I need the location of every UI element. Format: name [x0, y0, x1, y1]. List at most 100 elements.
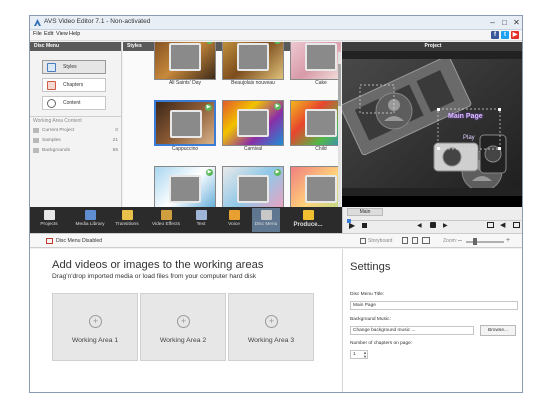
prev-chapter-icon[interactable]: ◀: [417, 222, 422, 229]
zoom-in-icon[interactable]: +: [506, 237, 510, 244]
snapshot-icon[interactable]: [487, 222, 494, 228]
style-thumb[interactable]: ▶: [222, 42, 284, 80]
styles-button[interactable]: Styles: [42, 60, 106, 74]
zoom-out-icon[interactable]: –: [458, 237, 462, 244]
working-area-content-header: Working Area Content: [30, 116, 122, 125]
working-area-1[interactable]: + Working Area 1: [52, 293, 138, 361]
toolbar-media-library-button[interactable]: Media Library: [72, 208, 108, 232]
twitter-icon[interactable]: t: [501, 31, 509, 39]
style-thumb[interactable]: ▶: [154, 166, 216, 212]
menu-file[interactable]: File: [33, 31, 42, 37]
working-item-name: Samples: [42, 138, 61, 143]
folder-icon: [33, 138, 39, 143]
style-thumb-label: Beaujolais nouveau: [231, 80, 275, 86]
preview-main-page-text[interactable]: Main Page: [448, 113, 483, 120]
effects-icon[interactable]: [412, 237, 418, 244]
disc-menu-disabled-label: Disc Menu Disabled: [56, 238, 103, 244]
style-thumb-label: Carnival: [243, 146, 263, 152]
toolbar-projects-button[interactable]: Projects: [34, 208, 64, 232]
styles-scrollbar-thumb[interactable]: [338, 64, 341, 106]
menu-view[interactable]: View: [56, 31, 68, 37]
lock-icon[interactable]: [430, 222, 436, 228]
play-style-icon[interactable]: ▶: [206, 42, 213, 44]
style-thumb[interactable]: ▶: [290, 42, 341, 80]
style-thumb-label: Child: [315, 146, 327, 152]
toolbar-voice-button[interactable]: Voice: [221, 208, 247, 232]
menu-help[interactable]: Help: [69, 31, 80, 37]
transitions-icon: [121, 210, 133, 220]
working-item-samples[interactable]: Samples 21: [30, 136, 122, 145]
style-thumb[interactable]: ▶: [290, 100, 341, 146]
style-thumb-label: All Saints' Day: [168, 80, 202, 86]
fullscreen-icon[interactable]: [513, 222, 520, 228]
zoom-slider-handle[interactable]: [473, 238, 477, 245]
toolbar-video-effects-button[interactable]: Video Effects: [148, 208, 184, 232]
working-item-backgrounds[interactable]: Backgrounds 65: [30, 146, 122, 155]
play-icon[interactable]: ▶: [349, 221, 355, 230]
tab-main[interactable]: Main: [347, 208, 383, 216]
styles-icon: [47, 63, 56, 72]
storyboard-icon[interactable]: [360, 238, 366, 244]
next-chapter-icon[interactable]: ▶: [443, 222, 448, 229]
style-thumb[interactable]: ▶: [154, 100, 216, 146]
play-style-icon[interactable]: ▶: [274, 103, 281, 110]
style-thumb[interactable]: ▶: [222, 166, 284, 212]
toolbar-disc-menu-button[interactable]: Disc Menu: [252, 208, 280, 232]
toolbar-label: Transitions: [115, 222, 139, 227]
disc-menu-disabled-icon: [46, 238, 53, 244]
settings-sliders-icon[interactable]: [402, 237, 408, 244]
stepper-arrows-icon[interactable]: ▲ ▼: [363, 351, 367, 359]
toolbar-label: Disc Menu: [254, 222, 278, 227]
bg-music-field[interactable]: Change background music ...: [350, 326, 474, 335]
youtube-icon[interactable]: ▶: [511, 31, 519, 39]
timeline-track[interactable]: [351, 220, 521, 221]
menu-title-field[interactable]: Main Page: [350, 301, 518, 310]
monitor-icon[interactable]: [422, 237, 430, 244]
voice-icon: [228, 210, 240, 220]
media-library-icon: [84, 210, 96, 220]
working-item-current-project[interactable]: Current Project 0: [30, 126, 122, 135]
working-area-2[interactable]: + Working Area 2: [140, 293, 226, 361]
style-thumb[interactable]: ▶: [222, 100, 284, 146]
browse-button[interactable]: Browse...: [480, 325, 516, 336]
main-toolbar: Projects Media Library Transitions Video Ef…: [30, 207, 342, 233]
add-icon: +: [89, 315, 102, 328]
menu-title-label: Disc Menu Title:: [350, 292, 385, 297]
styles-button-label: Styles: [63, 64, 77, 70]
preview-play-text[interactable]: Play: [463, 135, 475, 141]
chapters-icon: [47, 81, 56, 90]
player-controls: Main ▶ ◀ ▶ ◀: [342, 207, 522, 233]
title-bar: AVS Video Editor 7.1 - Non-activated – □…: [30, 16, 522, 30]
play-style-icon[interactable]: ▶: [205, 104, 212, 111]
play-style-icon[interactable]: ▶: [274, 42, 281, 44]
working-area-label: Working Area 2: [159, 337, 207, 344]
style-preview-frame: [237, 43, 269, 71]
folder-icon: [33, 128, 39, 133]
volume-icon[interactable]: ◀: [500, 221, 505, 229]
chapters-button[interactable]: Chapters: [42, 78, 106, 92]
style-preview-frame: [237, 109, 269, 137]
facebook-icon[interactable]: f: [491, 31, 499, 39]
produce-icon: [302, 210, 314, 220]
style-preview-frame: [305, 109, 337, 137]
toolbar-transitions-button[interactable]: Transitions: [112, 208, 142, 232]
toolbar-produce-button[interactable]: Produce...: [288, 208, 328, 232]
maximize-button[interactable]: □: [499, 17, 510, 28]
play-style-icon[interactable]: ▶: [274, 169, 281, 176]
work-title: Add videos or images to the working area…: [52, 259, 264, 271]
style-thumb-label: Cappuccino: [171, 146, 199, 152]
minimize-button[interactable]: –: [487, 17, 498, 28]
style-preview-frame: [169, 175, 201, 203]
stop-icon[interactable]: [362, 223, 367, 228]
storyboard-label[interactable]: Storyboard: [368, 238, 392, 244]
style-thumb[interactable]: ▶: [290, 166, 341, 212]
menu-edit[interactable]: Edit: [44, 31, 53, 37]
play-style-icon[interactable]: ▶: [206, 169, 213, 176]
style-thumb[interactable]: ▶: [154, 42, 216, 80]
app-window: AVS Video Editor 7.1 - Non-activated – □…: [29, 15, 523, 393]
working-area-3[interactable]: + Working Area 3: [228, 293, 314, 361]
toolbar-text-button[interactable]: Text: [188, 208, 214, 232]
close-button[interactable]: ✕: [511, 17, 522, 28]
content-button[interactable]: Content: [42, 96, 106, 110]
zoom-slider[interactable]: [466, 241, 504, 243]
